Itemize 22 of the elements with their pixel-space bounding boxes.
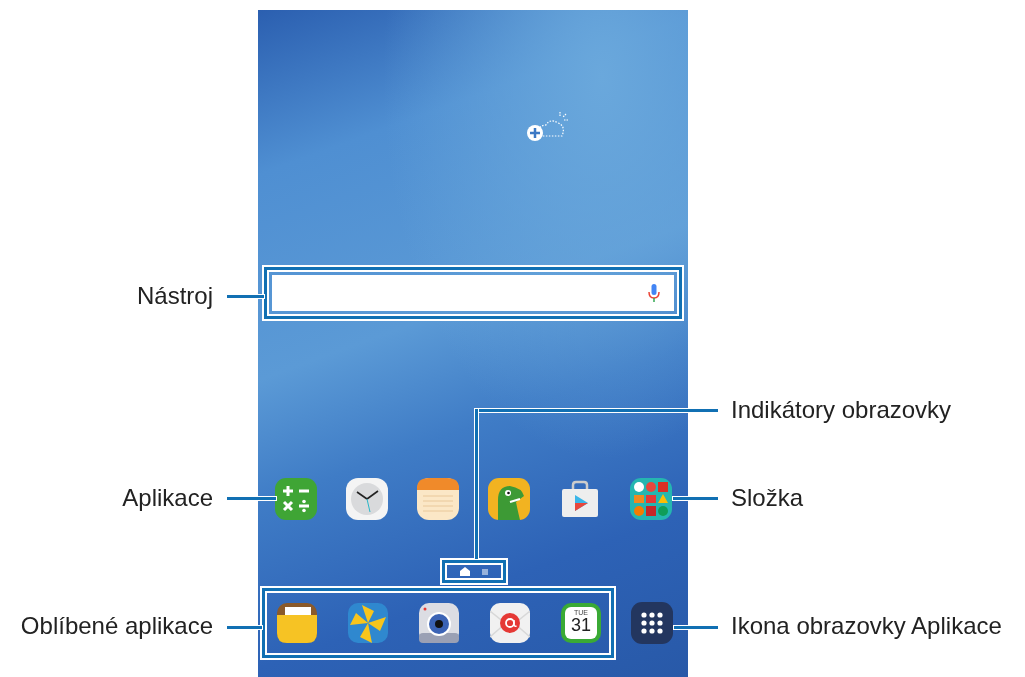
clock-app-icon[interactable]: [346, 478, 388, 520]
callout-label: Indikátory obrazovky: [731, 395, 952, 425]
camera-app-icon[interactable]: [419, 603, 459, 643]
app-folder-icon[interactable]: [630, 478, 672, 520]
add-weather-icon[interactable]: [526, 110, 570, 144]
notepad-app-icon[interactable]: [417, 478, 459, 520]
calculator-app-icon[interactable]: [275, 478, 317, 520]
files-folder-app-icon[interactable]: [277, 603, 317, 643]
apps-grid-icon[interactable]: [631, 602, 673, 644]
callout-label: Nástroj: [136, 281, 213, 311]
calendar-date: 31: [571, 616, 591, 634]
page-dot-indicator[interactable]: [482, 568, 488, 575]
dinosaur-app-icon[interactable]: [488, 478, 530, 520]
gallery-flower-app-icon[interactable]: [348, 603, 388, 643]
shopping-bag-play-icon[interactable]: [559, 478, 601, 520]
callout-label: Aplikace: [122, 483, 213, 513]
callout-label: Složka: [731, 483, 804, 513]
microphone-icon[interactable]: [648, 283, 660, 303]
callout-label: Oblíbené aplikace: [20, 611, 213, 641]
callout-label: Ikona obrazovky Aplikace: [731, 611, 1002, 641]
email-app-icon[interactable]: [490, 603, 530, 643]
home-indicator-icon[interactable]: [460, 567, 470, 576]
